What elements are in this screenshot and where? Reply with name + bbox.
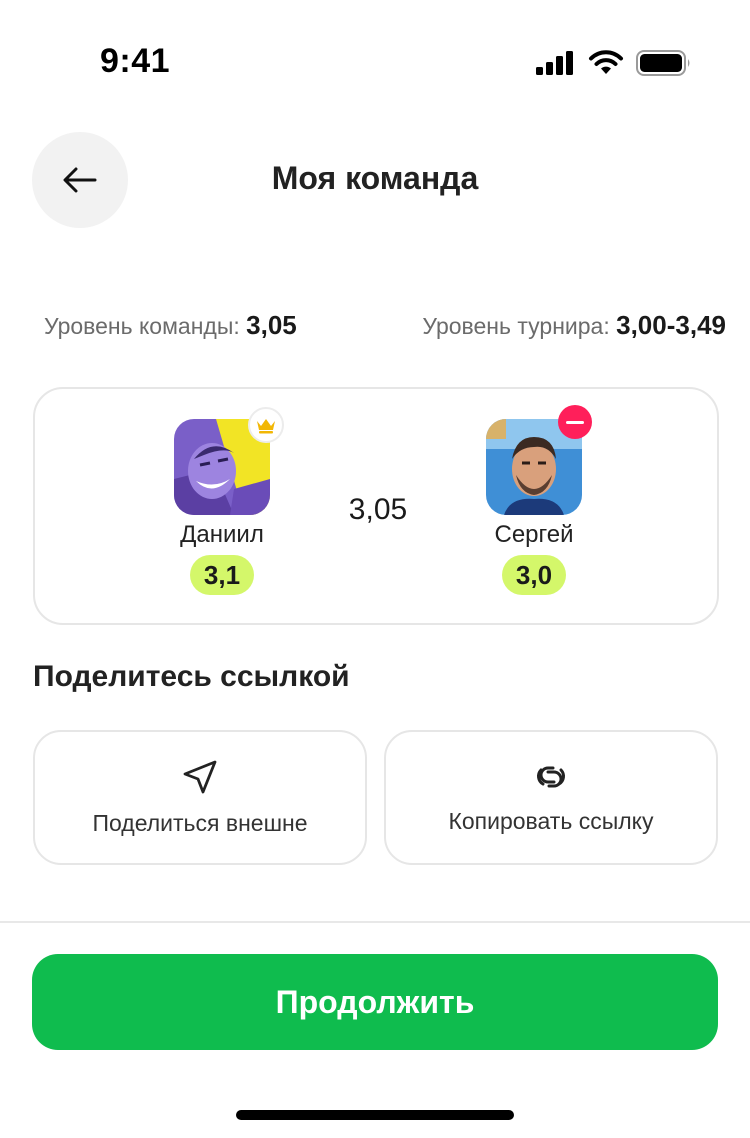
wifi-icon — [589, 50, 623, 74]
player-card[interactable]: Сергей 3,0 — [454, 405, 614, 595]
share-section-title: Поделитесь ссылкой — [33, 660, 350, 693]
team-card: Даниил 3,1 3,05 Сергей 3,0 — [33, 387, 719, 625]
battery-icon — [636, 50, 690, 76]
team-level: Уровень команды: 3,05 — [44, 310, 297, 341]
team-level-value: 3,05 — [246, 310, 297, 340]
player-rating-badge: 3,1 — [190, 555, 254, 595]
share-external-label: Поделиться внешне — [92, 810, 308, 836]
tournament-level-label: Уровень турнира: — [422, 313, 610, 339]
send-icon — [183, 760, 217, 794]
copy-link-button[interactable]: Копировать ссылку — [384, 730, 718, 865]
home-indicator — [236, 1110, 514, 1120]
crown-icon — [257, 419, 275, 434]
continue-button[interactable]: Продолжить — [32, 954, 718, 1050]
tournament-level-value: 3,00-3,49 — [616, 310, 726, 340]
remove-player-button[interactable] — [558, 405, 592, 439]
player-name: Сергей — [494, 521, 574, 548]
levels-row: Уровень команды: 3,05 Уровень турнира: 3… — [44, 310, 726, 341]
status-bar: 9:41 — [0, 0, 750, 130]
team-level-label: Уровень команды: — [44, 313, 240, 339]
copy-link-label: Копировать ссылку — [448, 808, 654, 834]
link-icon — [537, 766, 565, 788]
share-external-button[interactable]: Поделиться внешне — [33, 730, 367, 865]
status-time: 9:41 — [100, 42, 171, 80]
cellular-signal-icon — [536, 51, 573, 75]
tournament-level: Уровень турнира: 3,00-3,49 — [422, 310, 726, 341]
status-icons — [536, 50, 692, 76]
player-rating-badge: 3,0 — [502, 555, 566, 595]
captain-badge — [248, 407, 284, 443]
team-average-rating: 3,05 — [348, 493, 408, 526]
divider — [0, 921, 750, 923]
page-title: Моя команда — [271, 160, 479, 196]
